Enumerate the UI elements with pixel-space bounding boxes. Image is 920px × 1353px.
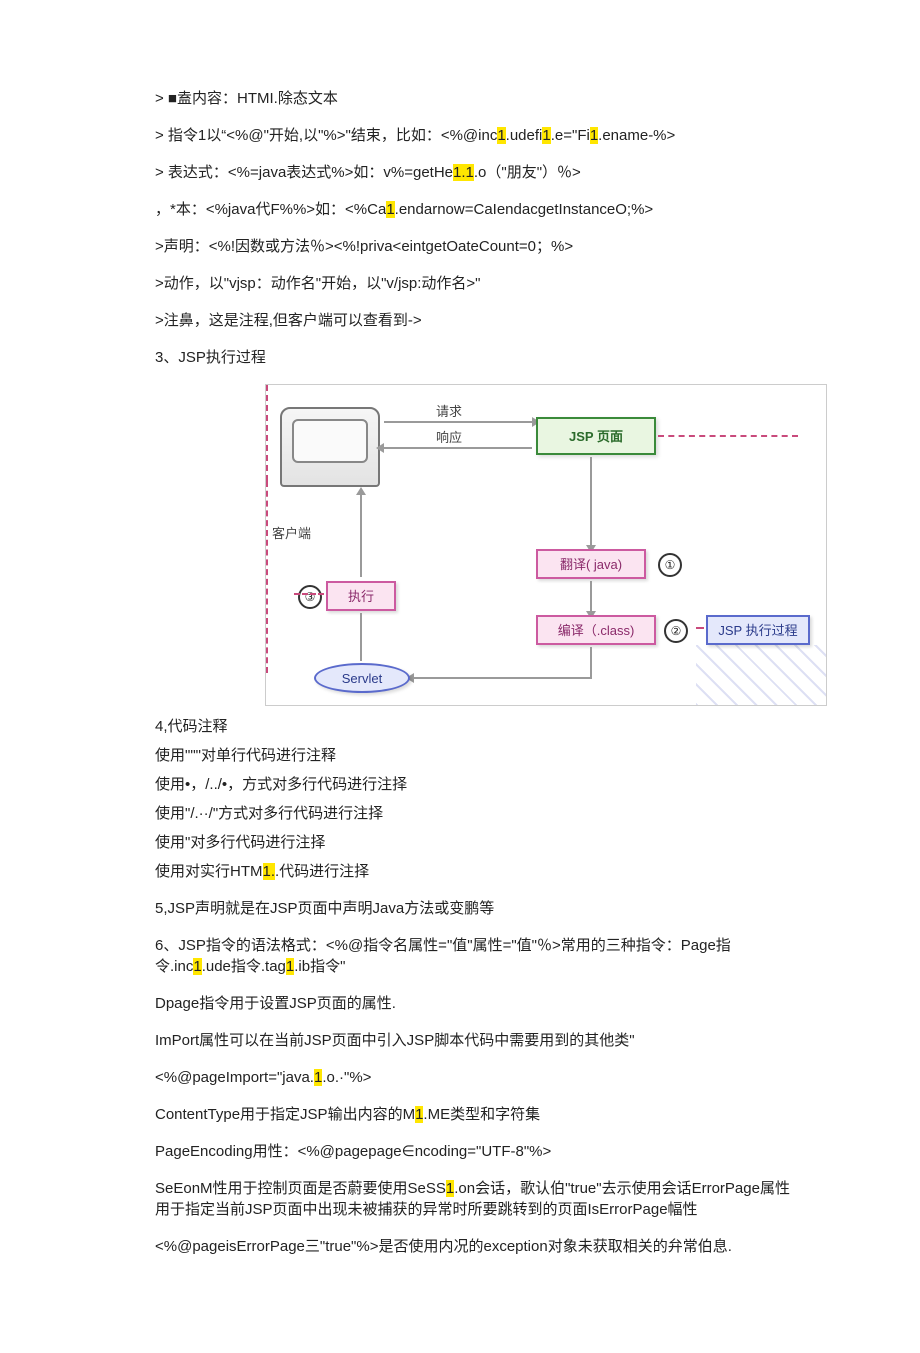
dashed-connector [658, 435, 798, 439]
hl-1dot: 1. [263, 863, 276, 880]
section-heading: 4,代码注释 [155, 716, 800, 737]
text-fragment: .o.·"%> [322, 1069, 371, 1086]
text-line: 使用对实行HTM1..代码进行注择 [155, 861, 800, 882]
text-line: ContentType用于指定JSP输出内容的M1.ME类型和字符集 [155, 1104, 800, 1125]
text-line: 使用"""对单行代码进行注释 [155, 745, 800, 766]
hl-1: 1 [386, 201, 394, 218]
text-fragment: .o（"朋友"）％> [474, 164, 581, 181]
dashed-connector [294, 593, 324, 597]
text-line: >注鼻，这是注程,但客户端可以查看到-> [155, 310, 800, 331]
response-label: 响应 [436, 429, 462, 447]
section-heading: 3、JSP执行过程 [155, 347, 800, 368]
text-fragment: .ME类型和字符集 [423, 1106, 540, 1123]
arrow-to-servlet [414, 677, 592, 679]
hl-1: 1 [497, 127, 505, 144]
text-fragment: ，*本：<%java代F%%>如：<%Ca [155, 201, 386, 218]
arrow-execute-up [360, 495, 362, 577]
client-monitor-icon [280, 407, 380, 487]
dashed-connector [266, 481, 268, 673]
text-fragment: SeEonM性用于控制页面是否蔚要使用SeSS [155, 1180, 446, 1197]
text-fragment: .udefi [506, 127, 543, 144]
text-fragment: .ename-%> [598, 127, 675, 144]
text-line: > 表达式：<%=java表达式%>如：v%=getHe1.1.o（"朋友"）％… [155, 162, 800, 183]
text-line: 使用"对多行代码进行注择 [155, 832, 800, 853]
text-line: 5,JSP声明就是在JSP页面中声明Java方法或变鹏等 [155, 898, 800, 919]
text-fragment: .endarnow=CaIendacgetInstanceO;%> [395, 201, 654, 218]
hl-1: 1 [193, 958, 201, 975]
hl-1: 1 [446, 1180, 454, 1197]
text-line: SeEonM性用于控制页面是否蔚要使用SeSS1.on会话，歌认伯"true"去… [155, 1178, 800, 1220]
text-line: 使用•，/../•，方式对多行代码进行注择 [155, 774, 800, 795]
text-line: 6、JSP指令的语法格式：<%@指令名属性="值"属性="值"％>常用的三种指令… [155, 935, 800, 977]
client-label: 客户端 [272, 525, 311, 543]
connector [590, 647, 592, 677]
dashed-connector [266, 385, 268, 481]
text-fragment: ContentType用于指定JSP输出内容的M [155, 1106, 415, 1123]
jsp-process-box: JSP 执行过程 [706, 615, 810, 645]
text-fragment: .ib指令" [294, 958, 345, 975]
connector [360, 613, 362, 661]
arrow-translate-compile [590, 581, 592, 611]
text-fragment: .代码进行注择 [275, 863, 369, 880]
document-page: > ■盍内容：HTMI.除态文本 > 指令1以“<%@"开始,以"%>"结束，比… [0, 0, 920, 1353]
text-line: > 指令1以“<%@"开始,以"%>"结束，比如：<%@inc1.udefi1.… [155, 125, 800, 146]
step-3-icon: ③ [298, 585, 322, 609]
translate-box: 翻译( java) [536, 549, 646, 579]
text-fragment: > 表达式：<%=java表达式%>如：v%=getHe [155, 164, 453, 181]
text-fragment: <%@pageImport="java. [155, 1069, 314, 1086]
text-fragment: 使用对实行HTM [155, 863, 263, 880]
text-line: PageEncoding用性：<%@pagepage∈ncoding="UTF-… [155, 1141, 800, 1162]
text-line: > ■盍内容：HTMI.除态文本 [155, 88, 800, 109]
text-line: <%@pageImport="java.1.o.·"%> [155, 1067, 800, 1088]
jsp-flow-diagram: 客户端 请求 响应 JSP 页面 翻译( java) ① 编译（.class) … [265, 384, 827, 706]
compile-box: 编译（.class) [536, 615, 656, 645]
request-arrow [384, 421, 532, 423]
jsp-page-box: JSP 页面 [536, 417, 656, 455]
text-line: >声明：<%!因数或方法％><%!priva<eintgetOateCount=… [155, 236, 800, 257]
hatch-pattern-icon [696, 645, 826, 705]
dashed-connector [696, 627, 704, 631]
step-1-icon: ① [658, 553, 682, 577]
servlet-box: Servlet [314, 663, 410, 693]
text-line: ，*本：<%java代F%%>如：<%Ca1.endarnow=CaIendac… [155, 199, 800, 220]
hl-11: 1.1 [453, 164, 474, 181]
text-line: >动作，以"vjsp：动作名"开始，以"v/jsp:动作名>" [155, 273, 800, 294]
request-label: 请求 [436, 403, 462, 421]
text-line: <%@pageisErrorPage三"true"%>是否使用内况的except… [155, 1236, 800, 1257]
response-arrow [384, 447, 532, 449]
hl-1: 1 [286, 958, 294, 975]
execute-box: 执行 [326, 581, 396, 611]
text-fragment: .e="Fi [551, 127, 590, 144]
text-fragment: .ude指令.tag [202, 958, 286, 975]
arrow-jsp-translate [590, 457, 592, 545]
step-2-icon: ② [664, 619, 688, 643]
text-line: Dpage指令用于设置JSP页面的属性. [155, 993, 800, 1014]
hl-1: 1 [542, 127, 550, 144]
text-fragment: > 指令1以“<%@"开始,以"%>"结束，比如：<%@inc [155, 127, 497, 144]
text-line: ImPort属性可以在当前JSP页面中引入JSP脚本代码中需要用到的其他类" [155, 1030, 800, 1051]
hl-1: 1 [590, 127, 598, 144]
text-line: 使用"/.··/"方式对多行代码进行注择 [155, 803, 800, 824]
